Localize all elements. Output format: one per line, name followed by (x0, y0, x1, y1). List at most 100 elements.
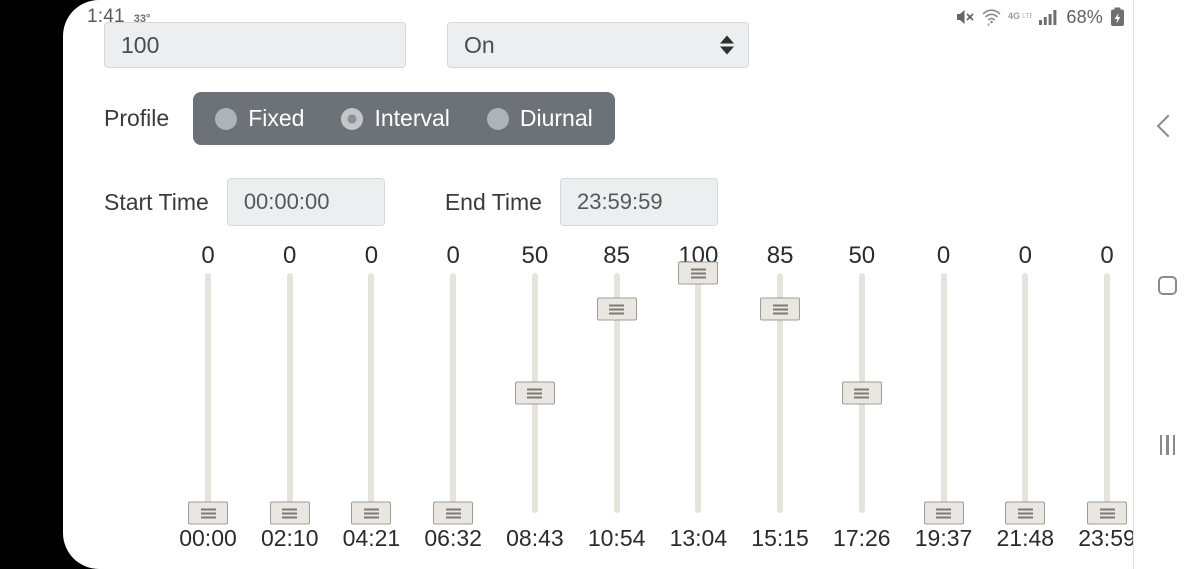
slider-track[interactable] (205, 273, 211, 513)
end-time-input[interactable]: 23:59:59 (559, 178, 718, 226)
end-time-label: End Time (444, 188, 542, 215)
grip-line-icon (445, 508, 461, 510)
slider-track[interactable] (1022, 273, 1029, 513)
grip-line-icon (936, 508, 952, 510)
slider-time-label: 08:43 (506, 525, 564, 551)
slider-track-area[interactable] (596, 273, 638, 513)
grip-line-icon (1099, 512, 1115, 514)
grip-line-icon (609, 304, 625, 306)
slider-track-area[interactable] (1086, 273, 1128, 525)
slider-value-label: 0 (364, 242, 379, 269)
slider-value-label: 85 (766, 242, 794, 269)
grip-line-icon (445, 512, 461, 514)
spinner-arrows-icon[interactable] (720, 35, 734, 55)
grip-line-icon (1017, 508, 1033, 510)
grip-line-icon (282, 516, 298, 518)
grip-line-icon (200, 516, 216, 518)
slider-time-label: 19:37 (914, 525, 973, 551)
slider-time-label: 23:59 (1078, 525, 1136, 551)
slider-thumb[interactable] (678, 261, 719, 285)
interval-slider[interactable]: 50 08:43 (494, 240, 576, 552)
nav-recents-button[interactable] (1134, 415, 1200, 475)
slider-value-label: 0 (1100, 242, 1114, 269)
start-time-input[interactable]: 00:00:00 (226, 178, 385, 226)
slider-thumb[interactable] (1087, 501, 1127, 525)
time-range-row: Start Time 00:00:00 End Time 23:59:59 (104, 178, 718, 226)
slider-thumb[interactable] (923, 501, 964, 525)
interval-slider[interactable]: 0 19:37 (903, 240, 985, 552)
slider-track-area[interactable] (432, 273, 474, 525)
slider-track[interactable] (368, 273, 375, 513)
interval-slider[interactable]: 50 17:26 (821, 240, 903, 552)
slider-thumb[interactable] (596, 297, 637, 321)
slider-track-area[interactable] (841, 273, 883, 513)
interval-slider[interactable]: 0 02:10 (249, 240, 331, 552)
interval-slider[interactable]: 0 00:00 (167, 240, 249, 552)
slider-time-label: 17:26 (833, 525, 891, 551)
slider-track-area[interactable] (187, 273, 229, 525)
state-select[interactable]: On (447, 22, 749, 68)
interval-slider[interactable]: 0 06:32 (412, 240, 494, 552)
slider-track-area[interactable] (923, 273, 965, 525)
start-time-value: 00:00:00 (243, 189, 330, 214)
grip-line-icon (1017, 512, 1033, 514)
slider-time-label: 06:32 (424, 525, 482, 551)
slider-track[interactable] (695, 273, 702, 513)
grip-line-icon (854, 388, 870, 390)
top-fields-row: 100 On (104, 22, 749, 68)
grip-line-icon (690, 272, 706, 274)
radio-checked-icon (341, 107, 364, 130)
slider-value-label: 0 (446, 242, 460, 269)
interval-slider[interactable]: 100 13:04 (657, 240, 739, 552)
grip-line-icon (282, 512, 298, 514)
slider-thumb[interactable] (351, 501, 392, 525)
grip-line-icon (445, 516, 461, 518)
grip-line-icon (936, 512, 952, 514)
slider-thumb[interactable] (1005, 501, 1046, 525)
slider-track-area[interactable] (514, 273, 556, 513)
slider-value-label: 0 (201, 242, 215, 269)
interval-slider[interactable]: 85 15:15 (739, 240, 821, 552)
grip-line-icon (282, 508, 298, 510)
nav-back-button[interactable] (1134, 96, 1200, 156)
profile-option-fixed[interactable]: Fixed (215, 105, 304, 132)
grip-line-icon (609, 312, 625, 314)
slider-track[interactable] (1104, 273, 1110, 513)
profile-option-diurnal-label: Diurnal (519, 105, 593, 131)
grip-line-icon (1099, 508, 1115, 510)
amount-input-value: 100 (121, 31, 160, 58)
slider-track-area[interactable] (350, 273, 392, 525)
slider-track-area[interactable] (1004, 273, 1046, 525)
profile-option-interval[interactable]: Interval (341, 105, 450, 132)
phone-screen: 1:41 33° 4G LTE 68% 100 On Profile Fixed… (63, 0, 1200, 569)
interval-slider[interactable]: 0 21:48 (984, 240, 1066, 552)
slider-track[interactable] (450, 273, 457, 513)
nav-home-button[interactable] (1134, 255, 1200, 315)
amount-input[interactable]: 100 (104, 22, 406, 68)
slider-thumb[interactable] (841, 381, 882, 405)
grip-line-icon (363, 516, 379, 518)
slider-track[interactable] (286, 273, 293, 513)
slider-time-label: 02:10 (260, 525, 319, 551)
interval-slider[interactable]: 85 10:54 (576, 240, 658, 552)
slider-thumb[interactable] (433, 501, 474, 525)
slider-thumb[interactable] (760, 297, 801, 321)
slider-track[interactable] (940, 273, 947, 513)
interval-slider[interactable]: 0 04:21 (330, 240, 412, 552)
slider-thumb[interactable] (514, 381, 555, 405)
slider-value-label: 0 (936, 242, 951, 269)
profile-radio-group: Fixed Interval Diurnal (193, 92, 615, 145)
main-content: 100 On Profile Fixed Interval Diurnal St… (63, 0, 1136, 569)
slider-thumb[interactable] (269, 501, 310, 525)
profile-label: Profile (104, 105, 170, 131)
slider-thumb[interactable] (188, 501, 228, 525)
chevron-left-icon (1156, 114, 1179, 138)
slider-value-label: 0 (1018, 242, 1032, 269)
grip-line-icon (527, 388, 543, 390)
slider-track-area[interactable] (677, 261, 719, 513)
grip-line-icon (772, 312, 788, 314)
profile-option-diurnal[interactable]: Diurnal (486, 105, 593, 132)
slider-value-label: 0 (283, 242, 297, 269)
slider-track-area[interactable] (269, 273, 311, 525)
slider-track-area[interactable] (759, 273, 801, 513)
